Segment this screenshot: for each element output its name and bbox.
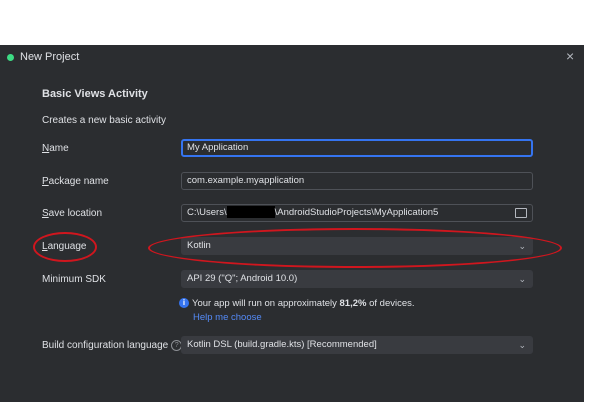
template-description: Creates a new basic activity xyxy=(42,115,166,126)
info-icon: i xyxy=(179,298,189,309)
build-config-label: Build configuration language? xyxy=(42,340,183,351)
name-label: Name xyxy=(42,143,69,154)
annotation-circle-language-dropdown xyxy=(148,228,562,268)
help-me-choose-link[interactable]: Help me choose xyxy=(193,312,262,323)
chevron-down-icon: ⌄ xyxy=(518,340,526,350)
window-title: New Project xyxy=(20,51,80,63)
device-coverage-info: i Your app will run on approximately 81,2… xyxy=(179,298,415,309)
close-icon[interactable]: × xyxy=(566,48,574,64)
package-name-label: Package name xyxy=(42,176,109,187)
build-config-value: Kotlin DSL (build.gradle.kts) [Recommend… xyxy=(187,339,377,350)
build-config-dropdown[interactable]: Kotlin DSL (build.gradle.kts) [Recommend… xyxy=(181,336,533,354)
title-bar: New Project × xyxy=(0,45,584,71)
minimum-sdk-label: Minimum SDK xyxy=(42,274,106,285)
new-project-dialog: New Project × Basic Views Activity Creat… xyxy=(0,45,584,402)
save-location-prefix: C:\Users\ xyxy=(187,207,227,218)
folder-icon[interactable] xyxy=(515,208,527,218)
name-field[interactable]: My Application xyxy=(181,139,533,157)
save-location-field[interactable]: C:\Users\ \AndroidStudioProjects\MyApplic… xyxy=(181,204,533,222)
minimum-sdk-dropdown[interactable]: API 29 ("Q"; Android 10.0) ⌄ xyxy=(181,270,533,288)
save-location-suffix: \AndroidStudioProjects\MyApplication5 xyxy=(274,207,439,218)
template-heading: Basic Views Activity xyxy=(42,88,148,100)
redacted-username xyxy=(226,206,275,219)
minimum-sdk-value: API 29 ("Q"; Android 10.0) xyxy=(187,273,298,284)
chevron-down-icon: ⌄ xyxy=(518,274,526,284)
android-studio-icon xyxy=(7,54,14,61)
annotation-circle-language-label xyxy=(33,232,97,262)
package-name-field[interactable]: com.example.myapplication xyxy=(181,172,533,190)
save-location-label: Save location xyxy=(42,208,103,219)
